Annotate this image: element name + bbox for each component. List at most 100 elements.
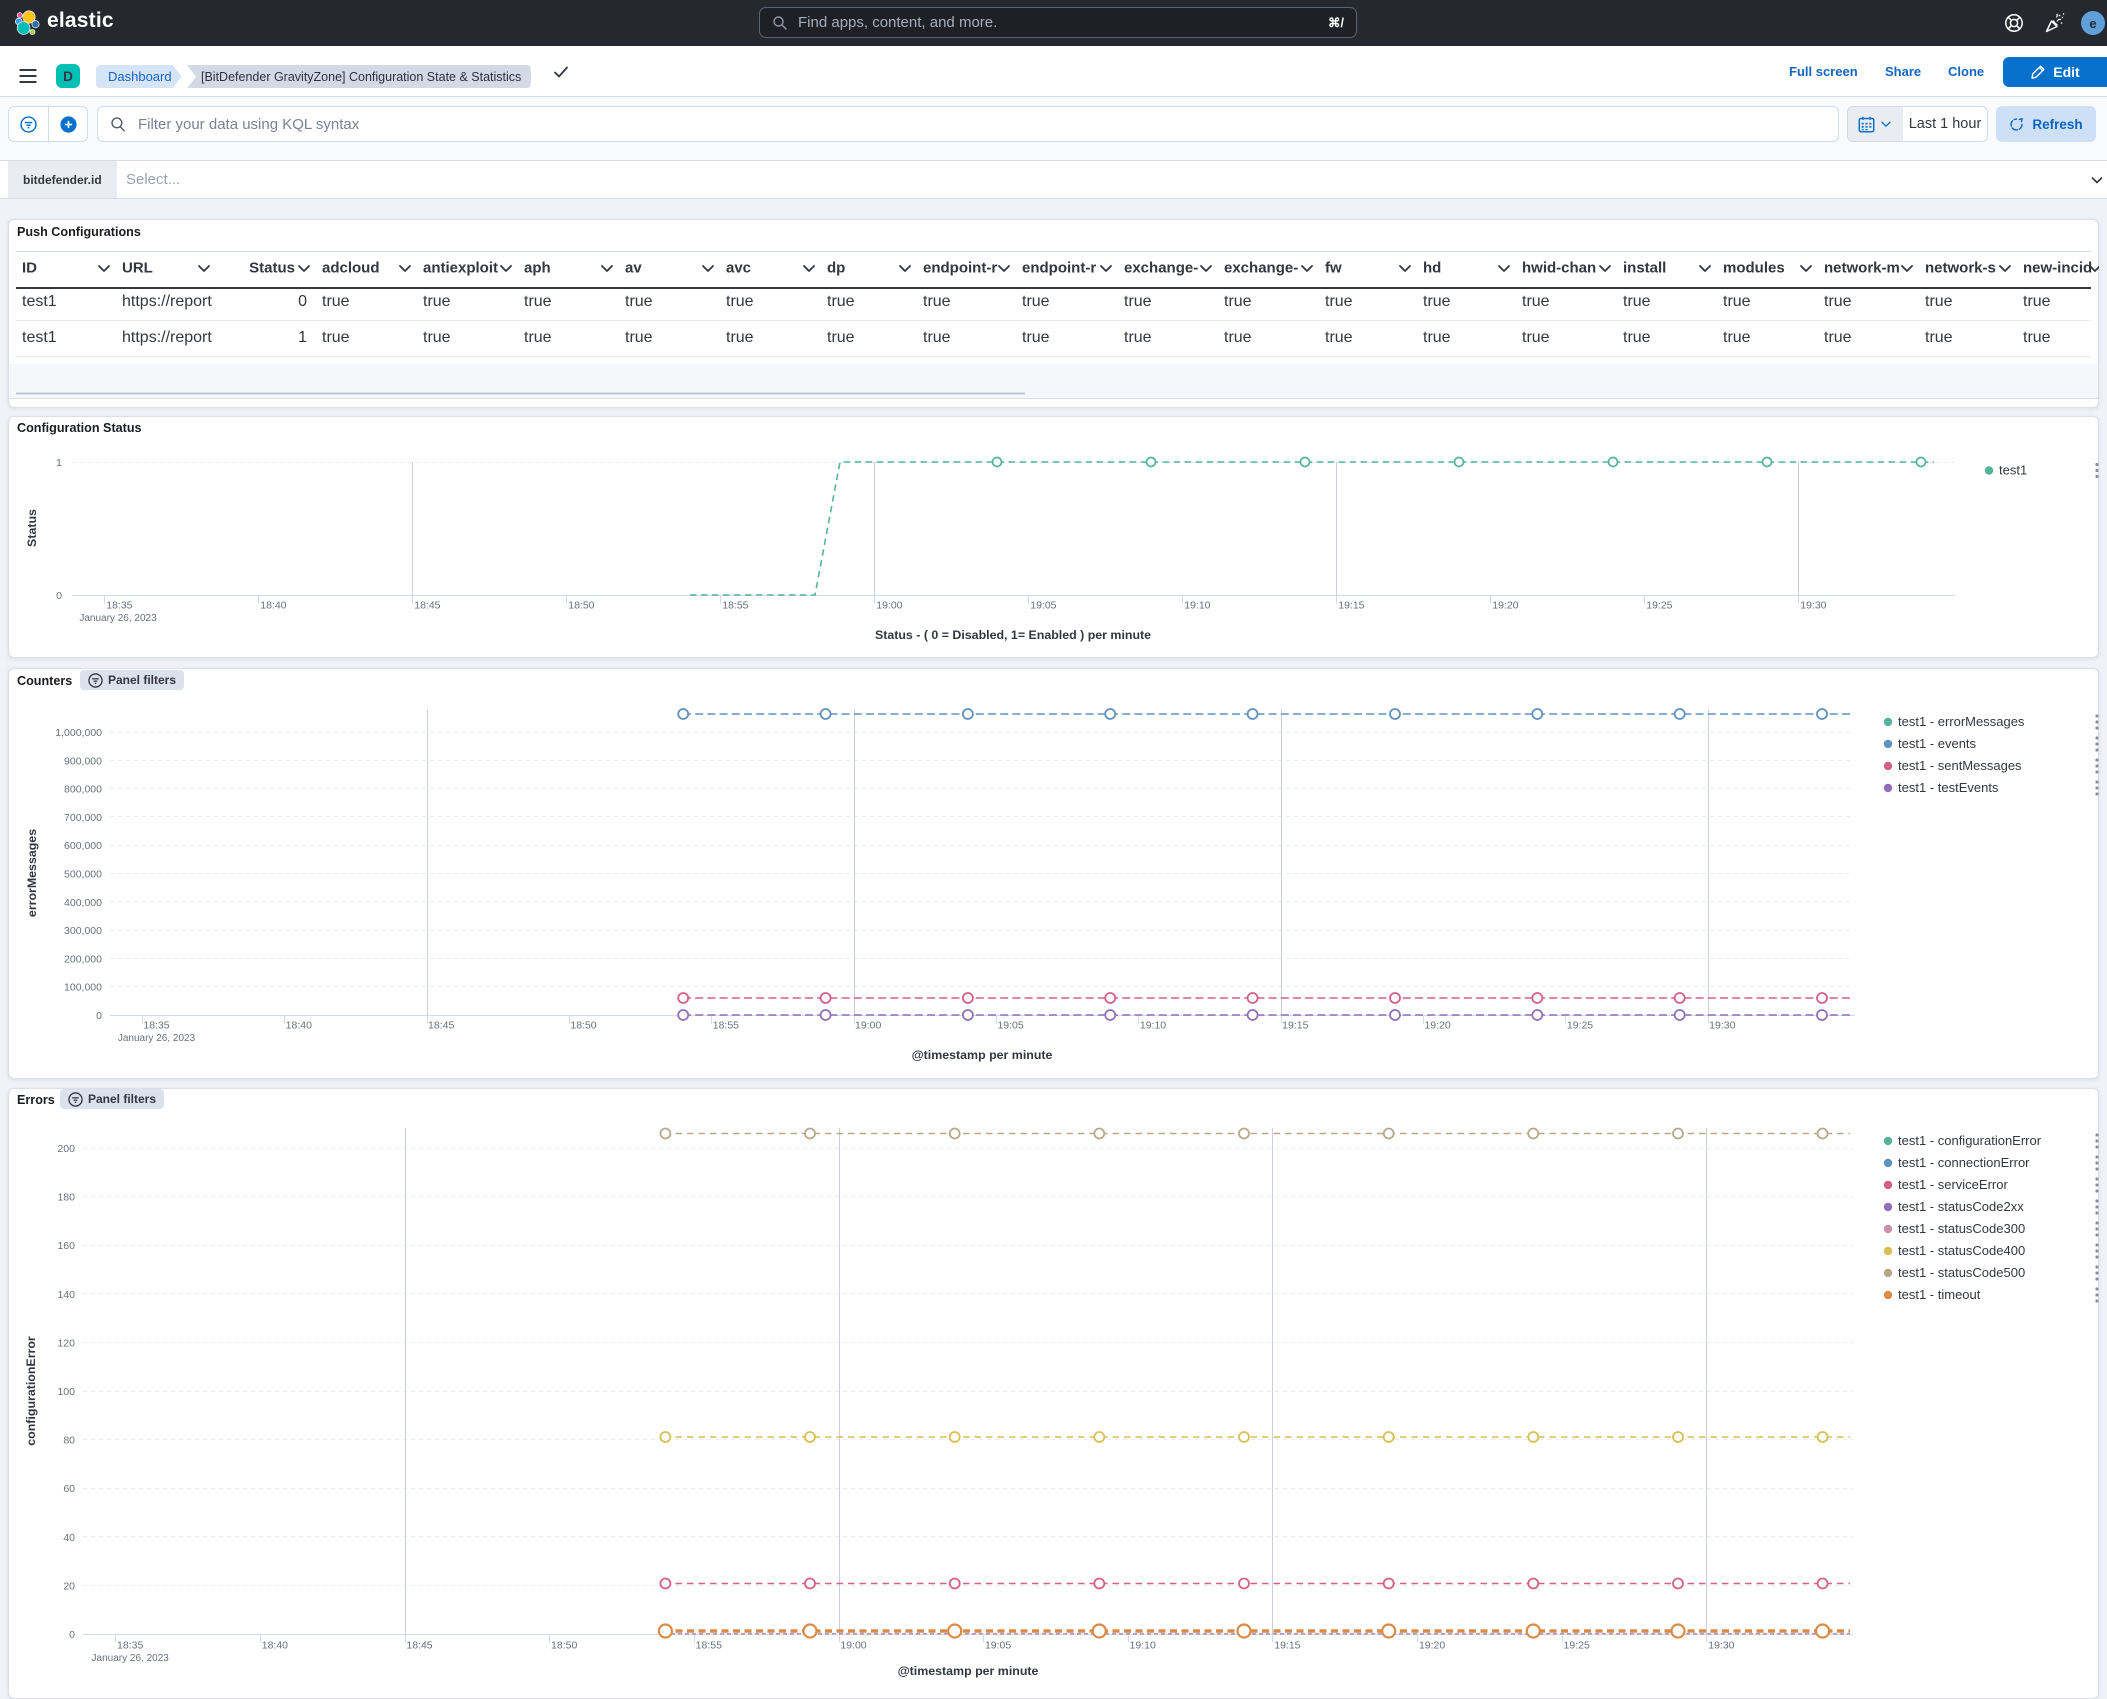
svg-text:160: 160 <box>57 1240 75 1252</box>
svg-text:hwid-chan: hwid-chan <box>1522 260 1596 277</box>
svg-text:true: true <box>524 329 552 346</box>
svg-text:endpoint-r: endpoint-r <box>923 260 997 277</box>
svg-text:exchange-: exchange- <box>1124 260 1198 277</box>
svg-text:18:50: 18:50 <box>570 1020 596 1032</box>
svg-text:19:00: 19:00 <box>876 600 902 612</box>
svg-text:18:55: 18:55 <box>713 1020 739 1032</box>
svg-text:hd: hd <box>1423 260 1441 277</box>
svg-text:configurationError: configurationError <box>24 1336 38 1446</box>
svg-text:true: true <box>2023 329 2051 346</box>
svg-text:true: true <box>1723 293 1751 310</box>
svg-text:80: 80 <box>63 1435 75 1447</box>
svg-text:ID: ID <box>22 260 37 277</box>
svg-text:true: true <box>1224 329 1252 346</box>
svg-text:new-incid: new-incid <box>2023 260 2092 277</box>
svg-text:19:15: 19:15 <box>1274 1640 1300 1652</box>
svg-text:errorMessages: errorMessages <box>25 829 39 917</box>
svg-text:test1: test1 <box>1999 463 2027 478</box>
svg-text:19:30: 19:30 <box>1709 1020 1735 1032</box>
svg-text:test1 - statusCode300: test1 - statusCode300 <box>1898 1221 2025 1236</box>
svg-text:test1 - errorMessages: test1 - errorMessages <box>1898 714 2025 729</box>
svg-text:true: true <box>726 293 754 310</box>
svg-text:network-m: network-m <box>1824 260 1900 277</box>
svg-text:true: true <box>322 293 350 310</box>
svg-text:0: 0 <box>96 1010 102 1022</box>
svg-text:1,000,000: 1,000,000 <box>55 727 102 739</box>
svg-text:18:50: 18:50 <box>568 600 594 612</box>
svg-text:19:10: 19:10 <box>1184 600 1210 612</box>
svg-text:900,000: 900,000 <box>64 755 102 767</box>
svg-text:true: true <box>1224 293 1252 310</box>
svg-text:true: true <box>1522 329 1550 346</box>
svg-text:test1 - statusCode400: test1 - statusCode400 <box>1898 1243 2025 1258</box>
svg-text:800,000: 800,000 <box>64 784 102 796</box>
svg-text:true: true <box>1623 293 1651 310</box>
svg-text:200: 200 <box>57 1143 75 1155</box>
svg-text:test1 - timeout: test1 - timeout <box>1898 1287 1981 1302</box>
svg-text:18:45: 18:45 <box>406 1640 432 1652</box>
svg-text:1: 1 <box>56 457 62 469</box>
svg-text:true: true <box>1022 293 1050 310</box>
svg-text:400,000: 400,000 <box>64 897 102 909</box>
svg-text:Status: Status <box>25 509 39 547</box>
svg-text:18:35: 18:35 <box>106 600 132 612</box>
svg-text:700,000: 700,000 <box>64 812 102 824</box>
svg-text:endpoint-r: endpoint-r <box>1022 260 1096 277</box>
svg-text:true: true <box>1522 293 1550 310</box>
svg-text:adcloud: adcloud <box>322 260 380 277</box>
svg-text:true: true <box>423 329 451 346</box>
svg-text:January 26, 2023: January 26, 2023 <box>92 1653 170 1664</box>
svg-text:true: true <box>423 293 451 310</box>
svg-text:Status - ( 0 = Disabled, 1= En: Status - ( 0 = Disabled, 1= Enabled ) pe… <box>875 628 1151 642</box>
svg-text:18:55: 18:55 <box>722 600 748 612</box>
svg-text:19:20: 19:20 <box>1419 1640 1445 1652</box>
svg-text:aph: aph <box>524 260 551 277</box>
svg-text:true: true <box>625 293 653 310</box>
svg-text:true: true <box>827 293 855 310</box>
svg-text:test1: test1 <box>22 293 57 310</box>
svg-text:true: true <box>1423 293 1451 310</box>
svg-text:true: true <box>1824 293 1852 310</box>
svg-text:19:00: 19:00 <box>840 1640 866 1652</box>
svg-text:200,000: 200,000 <box>64 953 102 965</box>
svg-text:19:25: 19:25 <box>1564 1640 1590 1652</box>
svg-text:18:45: 18:45 <box>428 1020 454 1032</box>
svg-text:true: true <box>1022 329 1050 346</box>
svg-text:test1 - testEvents: test1 - testEvents <box>1898 780 1999 795</box>
svg-text:19:05: 19:05 <box>985 1640 1011 1652</box>
svg-text:true: true <box>1925 293 1953 310</box>
svg-text:19:30: 19:30 <box>1708 1640 1734 1652</box>
svg-text:19:00: 19:00 <box>855 1020 881 1032</box>
svg-text:true: true <box>923 293 951 310</box>
svg-text:true: true <box>726 329 754 346</box>
svg-text:1: 1 <box>298 329 307 346</box>
svg-text:avc: avc <box>726 260 751 277</box>
svg-text:18:45: 18:45 <box>414 600 440 612</box>
svg-text:600,000: 600,000 <box>64 840 102 852</box>
svg-text:true: true <box>1325 329 1353 346</box>
svg-text:dp: dp <box>827 260 845 277</box>
svg-text:test1 - connectionError: test1 - connectionError <box>1898 1155 2030 1170</box>
svg-text:true: true <box>1423 329 1451 346</box>
svg-text:true: true <box>1124 329 1152 346</box>
svg-text:500,000: 500,000 <box>64 869 102 881</box>
svg-text:100: 100 <box>57 1386 75 1398</box>
svg-text:install: install <box>1623 260 1666 277</box>
svg-text:19:05: 19:05 <box>997 1020 1023 1032</box>
svg-text:20: 20 <box>63 1580 75 1592</box>
svg-text:19:15: 19:15 <box>1338 600 1364 612</box>
svg-text:test1 - statusCode2xx: test1 - statusCode2xx <box>1898 1199 2024 1214</box>
svg-text:18:55: 18:55 <box>696 1640 722 1652</box>
svg-text:antiexploit: antiexploit <box>423 260 498 277</box>
svg-text:@timestamp per minute: @timestamp per minute <box>912 1048 1053 1062</box>
svg-text:18:40: 18:40 <box>260 600 286 612</box>
svg-text:19:10: 19:10 <box>1140 1020 1166 1032</box>
svg-text:January 26, 2023: January 26, 2023 <box>118 1033 196 1044</box>
svg-text:19:15: 19:15 <box>1282 1020 1308 1032</box>
svg-text:@timestamp per minute: @timestamp per minute <box>898 1664 1039 1678</box>
svg-text:Status: Status <box>249 260 295 277</box>
svg-text:120: 120 <box>57 1337 75 1349</box>
svg-text:0: 0 <box>69 1629 75 1641</box>
svg-text:19:30: 19:30 <box>1800 600 1826 612</box>
svg-text:modules: modules <box>1723 260 1785 277</box>
